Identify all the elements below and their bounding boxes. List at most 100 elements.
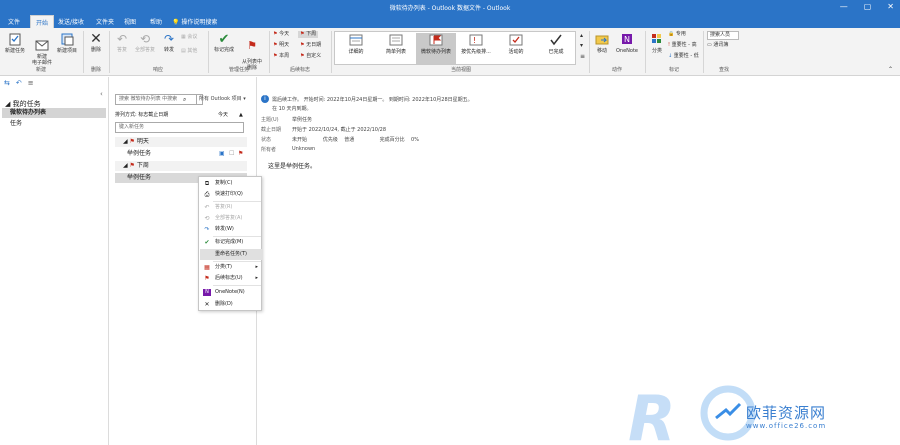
group-label-find: 查找 — [718, 67, 729, 73]
meeting-label: 会议 — [187, 34, 198, 40]
address-book-label: 通讯簿 — [713, 42, 729, 48]
view-label: 详细的 — [348, 49, 364, 55]
menu-item-label: 复制(C) — [215, 180, 233, 186]
mark-complete-button[interactable]: ✔ 标记完成 — [211, 32, 237, 53]
view-todo-list[interactable]: 微软待办列表 — [416, 33, 456, 64]
reply-button[interactable]: ↶ 答复 — [112, 32, 132, 53]
menu-item-label: OneNote(N) — [215, 289, 245, 295]
new-email-icon — [35, 40, 49, 51]
group-label-followup: 后续标志 — [289, 67, 310, 73]
menu-item-quick-print[interactable]: ⎙ 快速打印(Q) — [200, 189, 262, 200]
field-value-owner: Unknown — [292, 146, 316, 152]
collapse-pane-icon[interactable]: ‹ — [100, 90, 103, 98]
tab-file[interactable]: 文件 — [8, 17, 20, 26]
view-active[interactable]: 活动的 — [496, 33, 536, 64]
categorize-label: 分类 — [651, 48, 662, 54]
sort-order-icon[interactable]: ▲ — [239, 111, 243, 120]
menu-item-reply[interactable]: ↶ 答复(R) — [200, 202, 262, 213]
meeting-button[interactable]: ▦ 会议 — [181, 34, 197, 41]
address-book-button[interactable]: ▭ 通讯簿 — [707, 42, 728, 49]
task-flag-icon[interactable]: ⚑ — [238, 149, 243, 159]
new-task-button[interactable]: 新建任务 — [3, 32, 27, 54]
flag-next-week-button[interactable]: ⚑ 下周 — [298, 31, 319, 38]
copy-icon: ⧉ — [204, 180, 210, 187]
private-button[interactable]: 🔒 专用 — [668, 31, 686, 38]
complete-checkbox[interactable]: ☐ — [229, 149, 234, 159]
task-row[interactable]: 举例任务 ▣ ☐ ⚑ — [115, 149, 247, 159]
nav-item-todo-list[interactable]: 微软待办列表 — [2, 108, 106, 118]
view-gallery: 详细的 简单列表 微软待办列表 ! 按优先级排... 活动的 已完成 — [334, 31, 576, 65]
chevron-down-icon: ▾ — [241, 96, 246, 102]
flag-no-date-button[interactable]: ⚑ 无日期 — [300, 42, 321, 49]
menu-item-forward[interactable]: ↷ 转发(W) — [200, 224, 262, 235]
gallery-scroll-down-icon[interactable]: ▾ — [580, 42, 583, 49]
search-input[interactable]: 搜索 微软待办列表 中搜索 — [115, 94, 203, 105]
check-icon: ✔ — [204, 239, 210, 246]
tab-send-receive[interactable]: 发送/接收 — [58, 17, 84, 26]
importance-low-button[interactable]: ↓ 重要性 - 低 — [668, 53, 699, 60]
sort-label: 排列方式: 标志截止日期 — [115, 112, 169, 118]
menu-item-rename-task[interactable]: 重命名任务(T) — [200, 249, 262, 260]
menu-item-onenote[interactable]: N OneNote(N) — [200, 287, 262, 298]
tab-view[interactable]: 视图 — [124, 17, 136, 26]
tab-home[interactable]: 开始 — [30, 15, 55, 28]
move-button[interactable]: 移动 — [592, 32, 612, 54]
view-completed[interactable]: 已完成 — [536, 33, 576, 64]
reply-icon: ↶ — [204, 204, 210, 211]
sort-bar[interactable]: 排列方式: 标志截止日期 今天 ▲ — [115, 111, 247, 120]
move-folder-icon — [595, 35, 609, 45]
menu-item-label: 后续标志(U) — [215, 275, 243, 281]
tell-me-search[interactable]: 💡 操作说明搜索 — [172, 17, 217, 26]
new-items-label: 新建项目 — [56, 48, 77, 54]
flag-tomorrow-button[interactable]: ⚑ 明天 — [273, 42, 289, 49]
tab-help[interactable]: 帮助 — [150, 17, 162, 26]
view-detailed[interactable]: 详细的 — [336, 33, 376, 64]
forward-button[interactable]: ↷ 转发 — [159, 32, 179, 53]
menu-item-reply-all[interactable]: ⟲ 全部答复(A) — [200, 213, 262, 224]
flag-tomorrow-label: 明天 — [279, 42, 290, 48]
tab-folder[interactable]: 文件夹 — [96, 17, 114, 26]
group-header-next-week[interactable]: ◢ ⚑ 下周 — [115, 161, 247, 171]
group-flag-icon: ⚑ — [129, 162, 137, 169]
menu-item-follow-up[interactable]: ⚑ 后续标志(U) ▸ — [200, 273, 262, 284]
delete-button[interactable]: ✕ 删除 — [86, 32, 106, 54]
flag-today-button[interactable]: ⚑ 今天 — [273, 31, 289, 38]
flag-custom-button[interactable]: ⚑ 自定义 — [300, 53, 321, 60]
view-simple-list[interactable]: 简单列表 — [376, 33, 416, 64]
menu-item-mark-complete[interactable]: ✔ 标记完成(M) — [200, 237, 262, 248]
watermark-logo: R 欧菲资源网 www.office26.com — [628, 378, 900, 445]
search-people-input[interactable]: 搜索人员 — [707, 31, 739, 40]
maximize-button[interactable]: ▢ — [864, 2, 872, 11]
group-header-tomorrow[interactable]: ◢ ⚑ 明天 — [115, 137, 247, 147]
new-task-input[interactable]: 键入新任务 — [115, 122, 244, 133]
reply-all-icon: ⟲ — [204, 215, 210, 222]
task-type-icon: ▣ — [219, 150, 225, 157]
flag-next-week-label: 下周 — [306, 31, 317, 37]
search-scope-dropdown[interactable]: 所有 Outlook 项目 ▾ — [196, 95, 256, 104]
new-items-button[interactable]: 新建项目 — [55, 32, 79, 54]
flag-this-week-button[interactable]: ⚑ 本周 — [273, 53, 289, 60]
info-bar-line1: 需后续工作。 开始时间: 2022年10月24日星期一。 到期时间: 2022年… — [272, 97, 473, 103]
group-label-actions: 动作 — [611, 67, 622, 73]
delete-icon: ✕ — [204, 301, 210, 308]
checkmark-icon: ✔ — [218, 32, 230, 47]
menu-item-copy[interactable]: ⧉ 复制(C) — [200, 178, 262, 189]
more-respond-button[interactable]: ▤ 其他 — [181, 48, 197, 55]
menu-item-delete[interactable]: ✕ 删除(D) — [200, 299, 262, 310]
onenote-icon: N — [622, 34, 632, 44]
menu-item-categorize[interactable]: ▦ 分类(T) ▸ — [200, 262, 262, 273]
gallery-more-icon[interactable]: ≡ — [580, 53, 585, 60]
categorize-button[interactable]: 分类 — [648, 32, 666, 54]
collapse-ribbon-icon[interactable]: ⌃ — [888, 66, 893, 73]
onenote-button[interactable]: N OneNote — [613, 32, 641, 54]
search-icon[interactable]: ⌕ — [183, 96, 186, 104]
gallery-scroll-up-icon[interactable]: ▴ — [580, 32, 583, 39]
close-button[interactable]: ✕ — [887, 2, 894, 11]
nav-item-tasks[interactable]: 任务 — [2, 119, 106, 129]
reply-all-button[interactable]: ⟲ 全部答复 — [133, 32, 157, 53]
watermark-text: 欧菲资源网 — [746, 404, 827, 422]
minimize-button[interactable]: — — [840, 2, 848, 11]
view-by-priority[interactable]: ! 按优先级排... — [456, 33, 496, 64]
field-label-due: 截止日期 — [261, 127, 282, 133]
importance-high-button[interactable]: ! 重要性 - 高 — [668, 42, 697, 49]
